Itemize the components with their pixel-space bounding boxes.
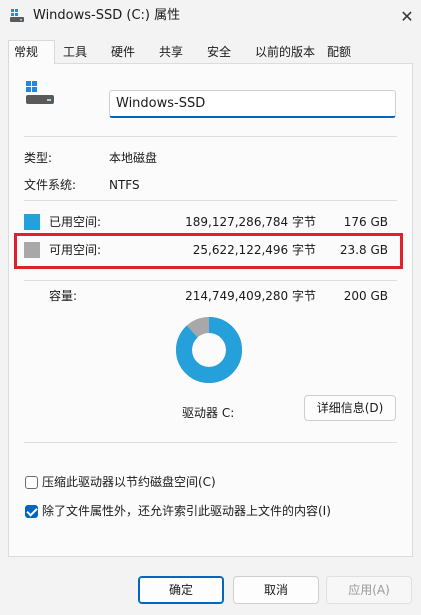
used-space-size: 176 GB xyxy=(343,215,388,229)
tab-quota[interactable]: 配额 xyxy=(322,41,368,63)
used-space-swatch xyxy=(24,214,40,230)
tab-hardware[interactable]: 硬件 xyxy=(106,41,152,63)
type-label: 类型: xyxy=(24,151,53,165)
close-button[interactable]: ✕ xyxy=(393,0,421,34)
separator xyxy=(24,136,397,137)
compress-label[interactable]: 压缩此驱动器以节约磁盘空间(C) xyxy=(42,474,216,490)
capacity-size: 200 GB xyxy=(343,289,388,303)
title-bar: Windows-SSD (C:) 属性 ✕ xyxy=(0,0,421,36)
filesystem-value: NTFS xyxy=(109,178,140,192)
tab-sharing[interactable]: 共享 xyxy=(154,41,200,63)
apply-button[interactable]: 应用(A) xyxy=(326,576,412,604)
drive-letter-label: 驱动器 C: xyxy=(182,406,235,420)
separator xyxy=(24,200,397,201)
ok-button[interactable]: 确定 xyxy=(138,576,224,604)
tab-previous-versions[interactable]: 以前的版本 xyxy=(250,41,322,63)
capacity-label: 容量: xyxy=(49,289,78,303)
separator xyxy=(24,280,397,281)
tab-general[interactable]: 常规 xyxy=(8,40,55,64)
used-space-arc xyxy=(176,317,242,383)
tab-security[interactable]: 安全 xyxy=(202,41,248,63)
window-title: Windows-SSD (C:) 属性 xyxy=(33,8,181,23)
used-space-bytes: 189,127,286,784 字节 xyxy=(185,215,316,229)
drive-name-input[interactable] xyxy=(109,90,396,118)
capacity-bytes: 214,749,409,280 字节 xyxy=(185,289,316,303)
compress-checkbox[interactable] xyxy=(25,476,38,489)
tab-tools[interactable]: 工具 xyxy=(58,41,105,63)
filesystem-label: 文件系统: xyxy=(24,178,77,192)
drive-app-icon xyxy=(10,9,24,22)
index-label[interactable]: 除了文件属性外，还允许索引此驱动器上文件的内容(I) xyxy=(42,503,331,519)
usage-donut-chart xyxy=(176,317,242,383)
index-checkbox[interactable] xyxy=(25,505,38,518)
drive-icon xyxy=(26,81,54,104)
type-value: 本地磁盘 xyxy=(109,151,158,165)
separator xyxy=(24,442,397,443)
cancel-button[interactable]: 取消 xyxy=(233,576,319,604)
details-button[interactable]: 详细信息(D) xyxy=(304,395,396,421)
free-space-highlight xyxy=(14,233,403,269)
used-space-label: 已用空间: xyxy=(49,215,102,229)
